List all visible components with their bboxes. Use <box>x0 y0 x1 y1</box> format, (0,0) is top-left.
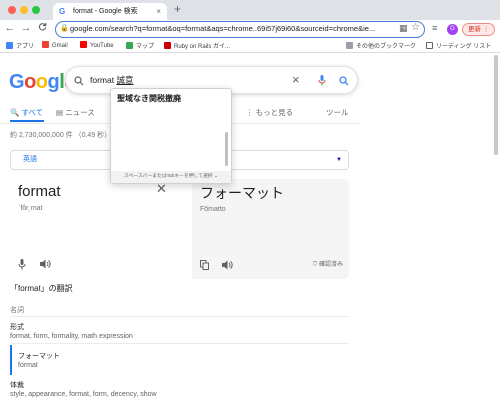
google-favicon-icon: G <box>59 7 66 16</box>
reload-icon <box>38 22 46 31</box>
tab-strip: G format - Google 検索 × + <box>0 0 500 20</box>
verified-badge[interactable]: ⛉ 確認済み <box>313 259 343 269</box>
address-bar[interactable]: 🔒 google.com/search?q=format&oq=format&a… <box>55 21 425 38</box>
ime-candidate[interactable]: 聖域なき関税撤廃 <box>117 93 181 104</box>
bookmark-rails-guide[interactable]: Ruby on Rails ガイ... <box>164 41 230 50</box>
translation-synonyms: style, appearance, format, form, decency… <box>10 391 157 398</box>
translation-row-selected[interactable]: フォーマット format <box>10 345 349 375</box>
back-button[interactable]: ← <box>4 22 16 34</box>
update-button[interactable]: 更新 ⋮ <box>462 23 495 36</box>
maps-icon <box>126 42 133 49</box>
ime-candidate-popup: 聖域なき関税撤廃 スペースバーまたはTabキーを押して選択 ⌄ <box>110 88 232 184</box>
tab-news[interactable]: ▤ ニュース <box>56 107 95 118</box>
reading-list-icon[interactable]: ≡ <box>432 23 437 33</box>
speaker-icon[interactable] <box>222 260 233 272</box>
url-text: google.com/search?q=format&oq=format&aqs… <box>70 24 376 33</box>
close-window-button[interactable] <box>8 6 16 14</box>
translation-word: 形式 <box>10 324 24 331</box>
new-tab-button[interactable]: + <box>174 2 181 16</box>
voice-search-icon[interactable] <box>318 73 326 91</box>
avatar[interactable]: G <box>447 24 458 35</box>
translation-word: 体裁 <box>10 382 24 389</box>
rails-guide-icon <box>164 42 171 49</box>
bookmark-gmail[interactable]: Gmail <box>42 41 68 49</box>
chevron-down-icon: ▼ <box>336 157 342 163</box>
source-panel: format ˈfôrˌmat ✕ <box>10 179 181 279</box>
active-tab-indicator <box>10 120 44 122</box>
bookmark-star-icon[interactable]: ☆ <box>411 22 420 33</box>
translation-synonyms: format, form, formality, math expression <box>10 333 133 340</box>
reading-list-icon <box>426 42 433 49</box>
speaker-icon[interactable] <box>40 259 51 271</box>
maximize-window-button[interactable] <box>32 6 40 14</box>
folder-icon <box>346 42 353 49</box>
other-bookmarks[interactable]: その他のブックマーク <box>346 41 416 50</box>
target-romanization: Fōmatto <box>200 206 226 213</box>
tab-tools[interactable]: ツール <box>326 107 349 118</box>
microphone-icon[interactable] <box>18 259 26 272</box>
result-stats: 約 2,730,000,000 件 （0.49 秒） <box>10 132 112 139</box>
translation-row[interactable]: 体裁 style, appearance, format, form, dece… <box>10 378 349 404</box>
tab-close-icon[interactable]: × <box>156 3 161 20</box>
minimize-window-button[interactable] <box>20 6 28 14</box>
source-phonetic: ˈfôrˌmat <box>18 205 43 212</box>
source-text[interactable]: format <box>18 183 61 200</box>
bookmark-maps[interactable]: マップ <box>126 41 154 50</box>
qr-code-icon[interactable]: ▦ <box>399 23 408 34</box>
bookmarks-bar: アプリ Gmail YouTube マップ Ruby on Rails ガイ..… <box>0 39 500 53</box>
translation-word: フォーマット <box>18 353 60 360</box>
news-icon: ▤ <box>56 108 64 117</box>
translations-heading: 「format」の翻訳 <box>10 284 73 293</box>
copy-icon[interactable] <box>200 260 209 272</box>
bookmark-youtube[interactable]: YouTube <box>80 41 114 49</box>
gmail-icon <box>42 41 49 48</box>
clear-search-icon[interactable]: × <box>292 72 300 87</box>
lock-icon: 🔒 <box>60 25 69 32</box>
search-submit-icon[interactable] <box>339 73 349 91</box>
chevron-down-icon[interactable]: ⌄ <box>214 174 218 179</box>
toolbar: ← → 🔒 google.com/search?q=format&oq=form… <box>0 20 500 39</box>
divider <box>10 316 349 317</box>
bookmark-apps[interactable]: アプリ <box>6 41 34 50</box>
search-icon <box>74 73 84 91</box>
ime-hint: スペースバーまたはTabキーを押して選択 ⌄ <box>111 171 231 183</box>
tab-google-search[interactable]: G format - Google 検索 × <box>53 3 167 20</box>
tab-title: format - Google 検索 <box>73 8 138 15</box>
reload-button[interactable] <box>36 22 48 34</box>
ime-scrollbar[interactable] <box>225 132 228 166</box>
target-text: フォーマット <box>200 185 284 201</box>
search-input[interactable]: format 誠意 <box>90 74 133 86</box>
tab-all[interactable]: 🔍 すべて <box>10 107 43 118</box>
translation-synonyms: format <box>18 362 38 369</box>
translation-row[interactable]: 形式 format, form, formality, math express… <box>10 320 349 344</box>
youtube-icon <box>80 41 87 48</box>
reading-list[interactable]: リーディング リスト <box>426 41 491 50</box>
apps-grid-icon <box>6 42 13 49</box>
target-panel: フォーマット Fōmatto ⛉ 確認済み <box>192 179 349 279</box>
shield-check-icon: ⛉ <box>312 262 318 268</box>
page-scrollbar[interactable] <box>494 55 498 155</box>
tab-more[interactable]: ⋮ もっと見る <box>246 107 293 118</box>
part-of-speech-label: 名詞 <box>10 307 24 314</box>
search-small-icon: 🔍 <box>10 108 20 117</box>
forward-button[interactable]: → <box>20 22 32 34</box>
ime-composition: 誠意 <box>116 75 134 85</box>
